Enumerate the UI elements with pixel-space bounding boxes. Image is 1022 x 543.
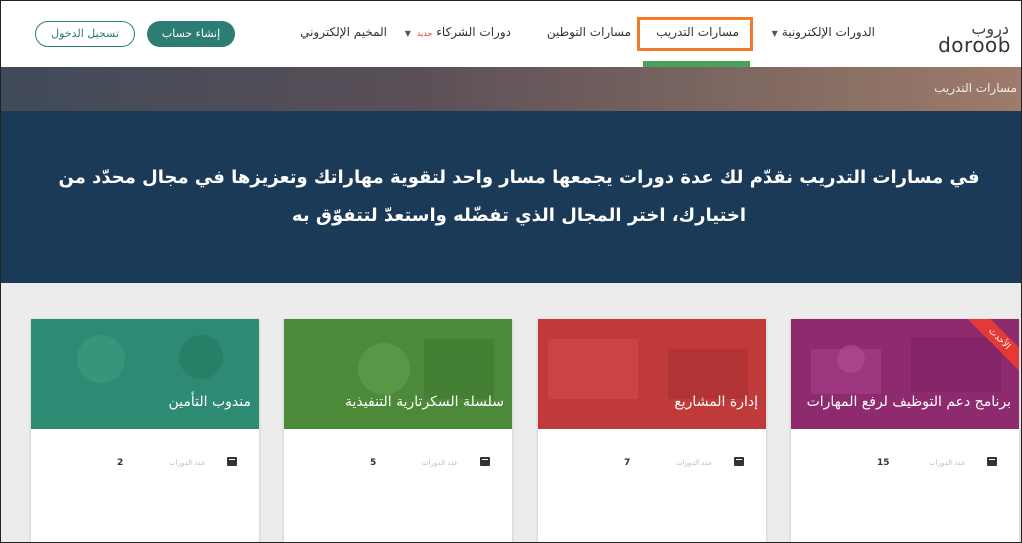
path-card[interactable]: إدارة المشاريع 7 عدد الدورات	[538, 319, 766, 542]
hero-section: في مسارات التدريب نقدّم لك عدة دورات يجم…	[1, 111, 1021, 283]
chevron-down-icon: ▼	[771, 29, 778, 38]
card-image: الأحدث برنامج دعم التوظيف لرفع المهارات	[791, 319, 1019, 429]
card-title: برنامج دعم التوظيف لرفع المهارات	[806, 394, 1011, 410]
card-title: إدارة المشاريع	[674, 394, 758, 410]
card-meta: 7 عدد الدورات	[538, 457, 766, 477]
course-count-label: عدد الدورات	[929, 459, 966, 467]
card-title: سلسلة السكرتارية التنفيذية	[345, 394, 504, 410]
book-icon	[480, 457, 490, 466]
book-icon	[227, 457, 237, 466]
site-header: دروب doroob الدورات الإلكترونية▼ مسارات …	[1, 1, 1021, 67]
nav-e-camp-label: المخيم الإلكتروني	[300, 25, 387, 39]
course-count-label: عدد الدورات	[422, 459, 459, 467]
browser-viewport: دروب doroob الدورات الإلكترونية▼ مسارات …	[0, 0, 1022, 543]
new-badge: جديد	[416, 29, 433, 38]
logo-english: doroob	[938, 33, 1011, 57]
doroob-logo[interactable]: دروب doroob	[921, 19, 1013, 57]
card-photo	[538, 319, 766, 429]
nav-e-camp[interactable]: المخيم الإلكتروني	[300, 25, 387, 39]
login-button[interactable]: تسجيل الدخول	[35, 21, 135, 47]
course-count: 5	[370, 458, 377, 468]
card-photo	[284, 319, 512, 429]
nav-training-paths[interactable]: مسارات التدريب	[656, 25, 739, 39]
create-account-button[interactable]: إنشاء حساب	[147, 21, 235, 47]
course-count-label: عدد الدورات	[169, 459, 206, 467]
nav-localization-paths-label: مسارات التوطين	[546, 25, 631, 39]
nav-training-paths-label: مسارات التدريب	[656, 25, 739, 39]
card-meta: 15 عدد الدورات	[791, 457, 1019, 477]
path-card[interactable]: سلسلة السكرتارية التنفيذية 5 عدد الدورات	[284, 319, 512, 542]
nav-partner-courses-label: دورات الشركاء	[436, 25, 511, 39]
book-icon	[734, 457, 744, 466]
card-title: مندوب التأمين	[168, 394, 252, 410]
chevron-down-icon: ▼	[404, 29, 411, 38]
nav-partner-courses[interactable]: دورات الشركاء جديد ▼	[405, 25, 511, 39]
nav-e-courses[interactable]: الدورات الإلكترونية▼	[772, 25, 875, 39]
card-meta: 2 عدد الدورات	[31, 457, 259, 477]
nav-localization-paths[interactable]: مسارات التوطين	[547, 25, 631, 39]
breadcrumb[interactable]: مسارات التدريب	[934, 81, 1017, 95]
card-image: سلسلة السكرتارية التنفيذية	[284, 319, 512, 429]
course-count: 7	[624, 458, 631, 468]
card-photo	[31, 319, 259, 429]
course-count: 2	[117, 458, 124, 468]
path-card[interactable]: مندوب التأمين 2 عدد الدورات	[31, 319, 259, 542]
breadcrumb-banner: مسارات التدريب	[1, 67, 1021, 111]
book-icon	[987, 457, 997, 466]
card-image: إدارة المشاريع	[538, 319, 766, 429]
card-meta: 5 عدد الدورات	[284, 457, 512, 477]
course-count-label: عدد الدورات	[676, 459, 713, 467]
path-card[interactable]: الأحدث برنامج دعم التوظيف لرفع المهارات …	[791, 319, 1019, 542]
hero-description: في مسارات التدريب نقدّم لك عدة دورات يجم…	[58, 167, 980, 226]
course-count: 15	[877, 458, 890, 468]
card-image: مندوب التأمين	[31, 319, 259, 429]
nav-e-courses-label: الدورات الإلكترونية	[781, 25, 875, 39]
